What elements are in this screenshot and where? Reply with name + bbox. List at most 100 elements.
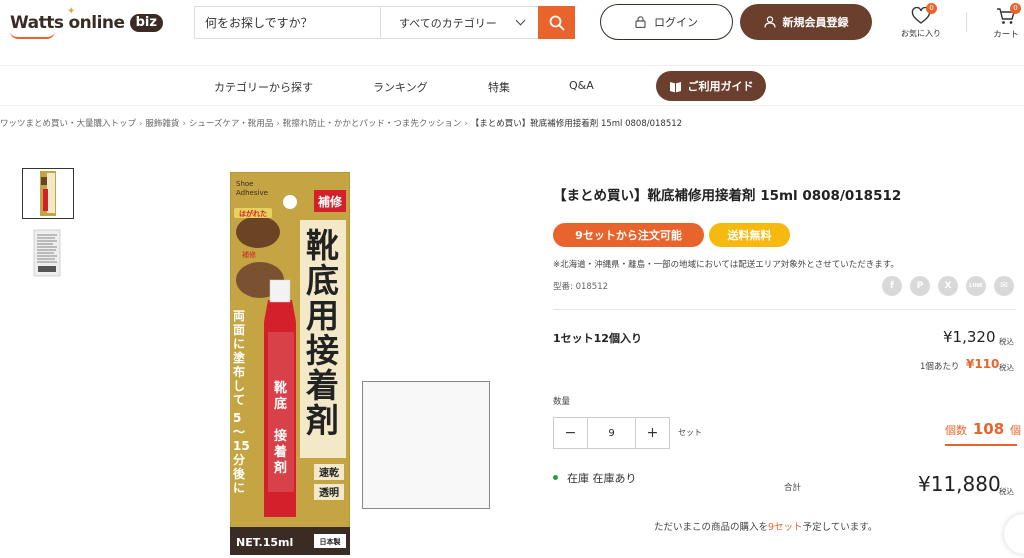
breadcrumb-item[interactable]: 靴擦れ防止・かかとパッド・つま先クッション: [283, 119, 462, 129]
search-bar: すべてのカテゴリー: [194, 6, 575, 39]
stock-status-dot: [553, 475, 558, 480]
made-in-label: 日本製: [320, 537, 341, 546]
login-label: ログイン: [654, 16, 698, 29]
line-icon[interactable]: LINE: [966, 276, 986, 296]
product-thumbnail-1[interactable]: [22, 168, 74, 219]
breadcrumb-separator: ›: [139, 119, 143, 129]
total-label: 合計: [784, 483, 802, 493]
decrement-button[interactable]: −: [554, 418, 587, 448]
pinterest-icon[interactable]: P: [910, 276, 930, 296]
logo-watts: Watts: [10, 13, 64, 33]
book-icon: [669, 81, 681, 92]
shipping-note: ※北海道・沖縄県・離島・一部の地域においては配送エリア対象外とさせていただきます…: [553, 260, 899, 270]
nav-item-categories[interactable]: カテゴリーから探す: [214, 79, 313, 95]
min-order-badge: 9セットから注文可能: [553, 223, 704, 247]
package-main-text: 靴底用接着剤: [306, 226, 339, 440]
cart-button[interactable]: 0 カート: [988, 3, 1024, 43]
total-tax-label: 税込: [999, 487, 1014, 496]
package-en-label-1: Shoe: [236, 180, 253, 188]
pieces-label: 個数: [945, 424, 967, 437]
guide-button[interactable]: ご利用ガイド: [656, 71, 766, 101]
site-header: Watts online biz ✦ すべてのカテゴリー ログイン 新規会員登録…: [0, 0, 1024, 66]
category-select-label: すべてのカテゴリー: [399, 16, 497, 30]
search-icon: [549, 15, 564, 30]
quantity-input[interactable]: 9: [587, 418, 636, 448]
unit-price: ¥110: [966, 357, 1000, 371]
free-shipping-badge: 送料無料: [709, 223, 790, 247]
section-divider: [553, 309, 1016, 310]
breadcrumb-separator: ›: [276, 119, 280, 129]
quantity-unit: セット: [678, 428, 702, 437]
breadcrumb: ワッツまとめ買い・大量購入トップ › 服飾雑貨 › シューズケア・靴用品 › 靴擦れ防止・か…: [0, 117, 1024, 131]
tag-peeled: はがれた: [239, 209, 267, 218]
total-price: ¥11,880: [918, 472, 1001, 496]
user-icon: [763, 16, 776, 28]
breadcrumb-item[interactable]: シューズケア・靴用品: [189, 119, 274, 129]
unit-tax-label: 税込: [999, 363, 1014, 372]
facebook-icon[interactable]: f: [882, 276, 902, 296]
category-select[interactable]: すべてのカテゴリー: [381, 7, 538, 38]
quantity-stepper: − 9 +: [553, 417, 670, 449]
pieces-underline: [945, 444, 1017, 446]
planning-highlight: 9セット: [768, 522, 803, 533]
model-number: 型番: 018512: [553, 282, 609, 292]
product-thumbnail-2[interactable]: [22, 227, 74, 278]
lock-icon: [635, 16, 646, 28]
logo-sparkle-icon: ✦: [67, 6, 76, 17]
tube-cap: [269, 279, 291, 303]
purchase-planning-note: ただいまこの商品の購入を9セット予定しています。: [654, 519, 877, 533]
price-tax-label: 税込: [999, 337, 1014, 346]
mail-icon[interactable]: ✉: [994, 276, 1014, 296]
pieces-value: 108: [972, 420, 1005, 438]
logo-biz: biz: [129, 14, 163, 32]
register-label: 新規会員登録: [782, 16, 849, 29]
register-button[interactable]: 新規会員登録: [740, 4, 872, 40]
favorites-count-badge: 0: [926, 3, 937, 14]
stock-status: 在庫 在庫あり: [567, 472, 637, 485]
main-nav: カテゴリーから探す ランキング 特集 Q&A ご利用ガイド: [0, 66, 1024, 106]
cart-count-badge: 0: [1010, 3, 1021, 14]
logo-online: online: [68, 13, 126, 33]
hang-hole: [283, 195, 297, 209]
product-title: 【まとめ買い】靴底補修用接着剤 15ml 0808/018512: [553, 188, 902, 204]
chevron-down-icon: [515, 15, 526, 26]
cart-label: カート: [993, 30, 1019, 40]
planning-prefix: ただいまこの商品の購入を: [654, 522, 769, 533]
breadcrumb-separator: ›: [464, 119, 468, 129]
image-placeholder: [362, 381, 490, 509]
login-button[interactable]: ログイン: [600, 4, 733, 40]
planning-suffix: 予定しています。: [802, 522, 878, 533]
favorites-button[interactable]: 0 お気に入り: [900, 3, 942, 43]
favorites-label: お気に入り: [901, 29, 941, 38]
logo-smile-icon: [10, 31, 55, 39]
search-button[interactable]: [538, 6, 575, 39]
set-label: 1セット12個入り: [553, 332, 642, 345]
x-twitter-icon[interactable]: X: [938, 276, 958, 296]
pieces-unit: 個: [1009, 424, 1021, 437]
thumbnail-package-image: [40, 171, 56, 216]
floating-chat-button[interactable]: [1004, 514, 1024, 554]
breadcrumb-separator: ›: [182, 119, 186, 129]
unit-price-label: 1個あたり: [920, 362, 960, 372]
pieces-count: 個数 108 個: [945, 420, 1021, 438]
breadcrumb-item[interactable]: 服飾雑貨: [145, 119, 179, 129]
thumbnail-back-image: [33, 229, 61, 277]
breadcrumb-item[interactable]: ワッツまとめ買い・大量購入トップ: [0, 119, 136, 129]
transparent-label: 透明: [319, 486, 339, 499]
volume-label: NET.15ml: [236, 536, 293, 549]
set-price: ¥1,320: [943, 328, 996, 346]
nav-item-qa[interactable]: Q&A: [569, 79, 594, 92]
increment-button[interactable]: +: [636, 418, 669, 448]
product-main-image[interactable]: 補修 Shoe Adhesive 靴底用接着剤 はがれた 補修 両面に塗布して …: [230, 172, 350, 555]
search-input[interactable]: [195, 7, 381, 38]
tag-repair: 補修: [242, 250, 256, 259]
guide-label: ご利用ガイド: [687, 80, 754, 93]
package-badge-text: 補修: [317, 194, 343, 209]
shoe-sole-image-1: [236, 216, 280, 248]
header-divider: [966, 12, 967, 32]
nav-item-features[interactable]: 特集: [488, 79, 510, 95]
quantity-label: 数量: [553, 397, 571, 407]
breadcrumb-current: 【まとめ買い】靴底補修用接着剤 15ml 0808/018512: [470, 119, 683, 129]
package-en-label-2: Adhesive: [236, 189, 268, 197]
nav-item-ranking[interactable]: ランキング: [373, 79, 428, 95]
